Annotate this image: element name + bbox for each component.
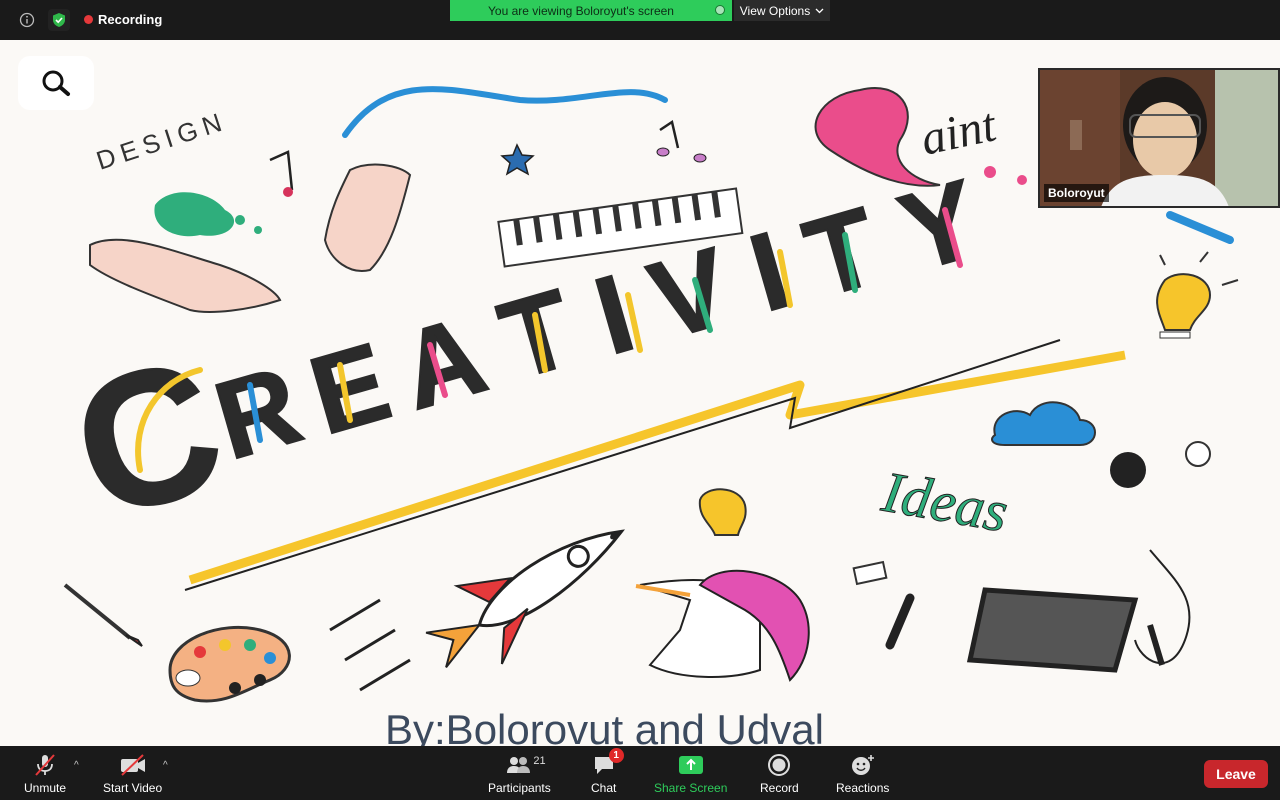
info-icon[interactable] xyxy=(16,9,38,31)
svg-text:Ideas: Ideas xyxy=(877,459,1013,545)
participants-button[interactable]: 21 Participants xyxy=(488,752,551,795)
svg-text:E: E xyxy=(298,320,402,458)
start-video-button[interactable]: Start Video xyxy=(103,752,162,795)
magnifier-icon xyxy=(42,70,70,96)
meeting-top-bar: Recording You are viewing Boloroyut's sc… xyxy=(0,0,1280,40)
zoom-shared-screen-button[interactable] xyxy=(18,56,94,110)
chevron-down-icon xyxy=(815,8,824,13)
reactions-icon xyxy=(850,752,876,778)
viewing-screen-banner: You are viewing Boloroyut's screen xyxy=(450,0,732,21)
svg-text:C: C xyxy=(53,318,243,560)
svg-text:DESIGN: DESIGN xyxy=(93,105,231,175)
share-screen-label: Share Screen xyxy=(654,781,728,795)
record-label: Record xyxy=(760,781,799,795)
reactions-button[interactable]: Reactions xyxy=(836,752,889,795)
meeting-toolbar: Unmute ^ Start Video ^ 21 Participants 1 xyxy=(0,746,1280,800)
svg-text:A: A xyxy=(388,293,498,433)
mic-muted-icon xyxy=(33,752,57,778)
presentation-byline: By:Bolorovut and Udval xyxy=(385,706,824,746)
share-screen-icon xyxy=(678,752,704,778)
participants-label: Participants xyxy=(488,781,551,795)
svg-text:I: I xyxy=(583,251,646,378)
leave-button[interactable]: Leave xyxy=(1204,760,1268,788)
recording-indicator[interactable]: Recording xyxy=(84,12,162,27)
svg-text:I: I xyxy=(738,208,801,335)
svg-text:T: T xyxy=(793,184,892,321)
shield-check-icon[interactable] xyxy=(48,9,70,31)
chat-label: Chat xyxy=(591,781,617,795)
participants-icon: 21 xyxy=(505,752,546,778)
audio-options-caret-icon[interactable]: ^ xyxy=(74,760,79,771)
reactions-label: Reactions xyxy=(836,781,890,795)
video-options-caret-icon[interactable]: ^ xyxy=(163,760,168,771)
share-screen-button[interactable]: Share Screen xyxy=(654,752,727,795)
chat-unread-badge: 1 xyxy=(608,748,624,763)
unmute-button[interactable]: Unmute xyxy=(24,752,66,795)
record-icon xyxy=(767,752,791,778)
banner-status-icon xyxy=(715,5,725,15)
participant-name-label: Boloroyut xyxy=(1044,184,1109,202)
chat-button[interactable]: 1 Chat xyxy=(591,748,624,795)
svg-text:V: V xyxy=(638,225,742,363)
recording-label: Recording xyxy=(98,12,163,27)
record-button[interactable]: Record xyxy=(760,752,799,795)
view-options-button[interactable]: View Options xyxy=(734,0,830,21)
chat-icon: 1 xyxy=(592,748,624,778)
banner-text: You are viewing Boloroyut's screen xyxy=(488,3,674,18)
start-video-label: Start Video xyxy=(103,781,163,795)
recording-dot-icon xyxy=(84,15,93,24)
video-off-icon xyxy=(119,752,147,778)
svg-text:aint: aint xyxy=(916,98,1002,166)
svg-text:Y: Y xyxy=(888,157,992,295)
view-options-label: View Options xyxy=(739,3,811,18)
participants-count: 21 xyxy=(533,755,546,767)
unmute-label: Unmute xyxy=(24,781,67,795)
participant-video-tile[interactable]: Boloroyut xyxy=(1038,68,1280,208)
